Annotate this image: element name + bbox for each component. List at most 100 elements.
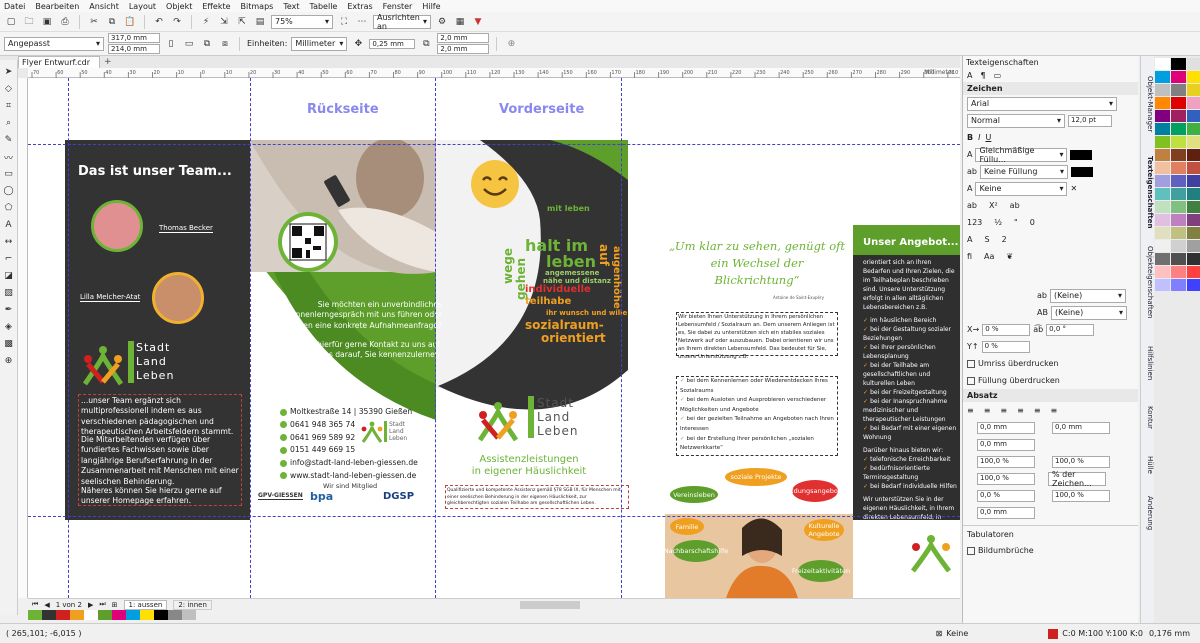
font-style-select[interactable]: Normal ▾ — [967, 113, 1065, 128]
line-spacing-field[interactable]: 100,0 % — [977, 472, 1035, 485]
drawing-canvas[interactable]: Rückseite Vorderseite Das ist unser Team… — [28, 78, 960, 598]
smallcaps-icon[interactable]: Aa — [984, 252, 994, 261]
word-spacing-field[interactable]: 100,0 % — [1052, 489, 1110, 502]
page-preset-select[interactable]: Angepasst ▾ — [4, 36, 104, 51]
undo-icon[interactable]: ↶ — [152, 15, 166, 29]
ab-icon[interactable]: ab — [967, 201, 977, 210]
color-swatch[interactable] — [1171, 188, 1186, 200]
font-select[interactable]: Arial ▾ — [967, 96, 1117, 111]
tab-kontur[interactable]: Kontur — [1142, 406, 1154, 429]
avatar-thomas[interactable] — [91, 200, 143, 252]
color-swatch[interactable] — [1171, 175, 1186, 187]
zoom-level-select[interactable]: 75% ▾ — [271, 14, 333, 29]
align-right-icon[interactable]: ≡ — [1017, 406, 1024, 415]
document-color-swatch[interactable] — [154, 610, 168, 620]
drop-shadow-icon[interactable]: ◪ — [3, 270, 15, 282]
tab-objekteigenschaften[interactable]: Objekteigenschaften — [1142, 246, 1154, 319]
para-tab-icon[interactable]: ¶ — [980, 71, 985, 80]
document-color-swatch[interactable] — [42, 610, 56, 620]
transparency-icon[interactable]: ▨ — [3, 287, 15, 299]
menu-layout[interactable]: Layout — [129, 2, 156, 11]
guide-line[interactable] — [28, 516, 960, 517]
color-swatch[interactable] — [1155, 110, 1170, 122]
outline-x-icon[interactable]: ✕ — [1070, 184, 1077, 193]
color-swatch[interactable] — [1171, 149, 1186, 161]
export-icon[interactable]: ⇱ — [235, 15, 249, 29]
color-swatch[interactable] — [1155, 175, 1170, 187]
color-swatch[interactable] — [1155, 162, 1170, 174]
rectangle-tool-icon[interactable]: ▭ — [3, 168, 15, 180]
open-folder-icon[interactable]: 🗀 — [22, 15, 36, 29]
text-tool-icon[interactable]: A — [3, 219, 15, 231]
quote-icon[interactable]: " — [1014, 218, 1018, 227]
guide-line[interactable] — [68, 78, 69, 598]
angebot-panel[interactable]: orientiert sich an Ihren Bedarfen und Ih… — [853, 255, 960, 557]
menu-objekt[interactable]: Objekt — [166, 2, 192, 11]
color-swatch[interactable] — [1171, 227, 1186, 239]
text-fill-swatch[interactable] — [1070, 149, 1093, 160]
first-page-icon[interactable]: ⏮ — [32, 600, 38, 609]
page-tab-aussen[interactable]: 1: aussen — [123, 599, 168, 610]
color-swatch[interactable] — [1155, 71, 1170, 83]
redo-icon[interactable]: ↷ — [170, 15, 184, 29]
menu-extras[interactable]: Extras — [347, 2, 372, 11]
horizontal-ruler[interactable]: 70 60 50 40 30 20 10 0 10 20 30 40 50 60 70 80 90 100 110 1… — [18, 68, 960, 78]
fill-none-icon[interactable]: ⊠ — [936, 629, 943, 638]
color-swatch[interactable] — [1171, 279, 1186, 291]
duplicate-y-field[interactable]: 2,0 mm — [437, 44, 490, 54]
tabulatoren-row[interactable]: Tabulatoren — [963, 525, 1138, 542]
current-page-icon[interactable]: ⧈ — [218, 37, 232, 51]
fraction-icon[interactable]: ½ — [994, 218, 1002, 227]
color-swatch[interactable] — [1187, 188, 1200, 200]
menu-datei[interactable]: Datei — [4, 2, 25, 11]
document-color-swatch[interactable] — [140, 610, 154, 620]
color-swatch[interactable] — [1171, 162, 1186, 174]
color-swatch[interactable] — [1187, 201, 1200, 213]
color-swatch[interactable] — [1171, 201, 1186, 213]
ligature-icon[interactable]: fi — [967, 252, 972, 261]
options-icon[interactable]: ⚙ — [435, 15, 449, 29]
add-icon[interactable]: ⊕ — [504, 37, 518, 51]
menu-text[interactable]: Text — [283, 2, 299, 11]
page-height-field[interactable]: 214,0 mm — [108, 44, 160, 54]
landscape-icon[interactable]: ▭ — [182, 37, 196, 51]
color-swatch[interactable] — [1187, 58, 1200, 70]
align-center-icon[interactable]: ≡ — [1000, 406, 1007, 415]
menu-effekte[interactable]: Effekte — [202, 2, 230, 11]
menu-fenster[interactable]: Fenster — [383, 2, 413, 11]
color-swatch[interactable] — [1187, 175, 1200, 187]
prev-page-icon[interactable]: ◀ — [44, 601, 49, 609]
char-tab-icon[interactable]: A — [967, 71, 972, 80]
force-justify-icon[interactable]: ≡ — [1051, 406, 1058, 415]
snap-to-select[interactable]: Ausrichten an ▾ — [373, 13, 431, 31]
color-swatch[interactable] — [1171, 97, 1186, 109]
color-swatch[interactable] — [1155, 58, 1170, 70]
print-icon[interactable]: ⎙ — [58, 15, 72, 29]
connector-tool-icon[interactable]: ⌐ — [3, 253, 15, 265]
color-swatch[interactable] — [1187, 214, 1200, 226]
artistic-media-icon[interactable]: 〰 — [3, 151, 15, 164]
tab-huelle[interactable]: Hülle — [1142, 456, 1154, 474]
guide-line[interactable] — [435, 78, 436, 598]
portrait-icon[interactable]: ▯ — [164, 37, 178, 51]
char-spacing-field[interactable]: 0,0 % — [977, 489, 1035, 502]
umriss-checkbox[interactable] — [967, 359, 975, 368]
interactive-fill-icon[interactable]: ◈ — [3, 321, 15, 333]
ruler-origin[interactable] — [18, 68, 28, 78]
ornament-icon[interactable]: ❦ — [1006, 252, 1013, 261]
pdf-icon[interactable]: ▤ — [253, 15, 267, 29]
fuellung-checkbox[interactable] — [967, 376, 975, 385]
color-swatch[interactable] — [1187, 84, 1200, 96]
numerals-icon[interactable]: 123 — [967, 218, 982, 227]
full-screen-icon[interactable]: ⛶ — [337, 15, 351, 29]
smiley-emoji-icon[interactable] — [469, 158, 521, 210]
space-before-field[interactable]: 100,0 % — [977, 455, 1035, 468]
color-swatch[interactable] — [1171, 58, 1186, 70]
color-swatch[interactable] — [1155, 188, 1170, 200]
document-color-swatch[interactable] — [84, 610, 98, 620]
guide-line[interactable] — [621, 78, 622, 598]
color-swatch[interactable] — [1155, 266, 1170, 278]
new-document-icon[interactable]: ▢ — [4, 15, 18, 29]
color-swatch[interactable] — [1187, 149, 1200, 161]
document-color-swatch[interactable] — [56, 610, 70, 620]
